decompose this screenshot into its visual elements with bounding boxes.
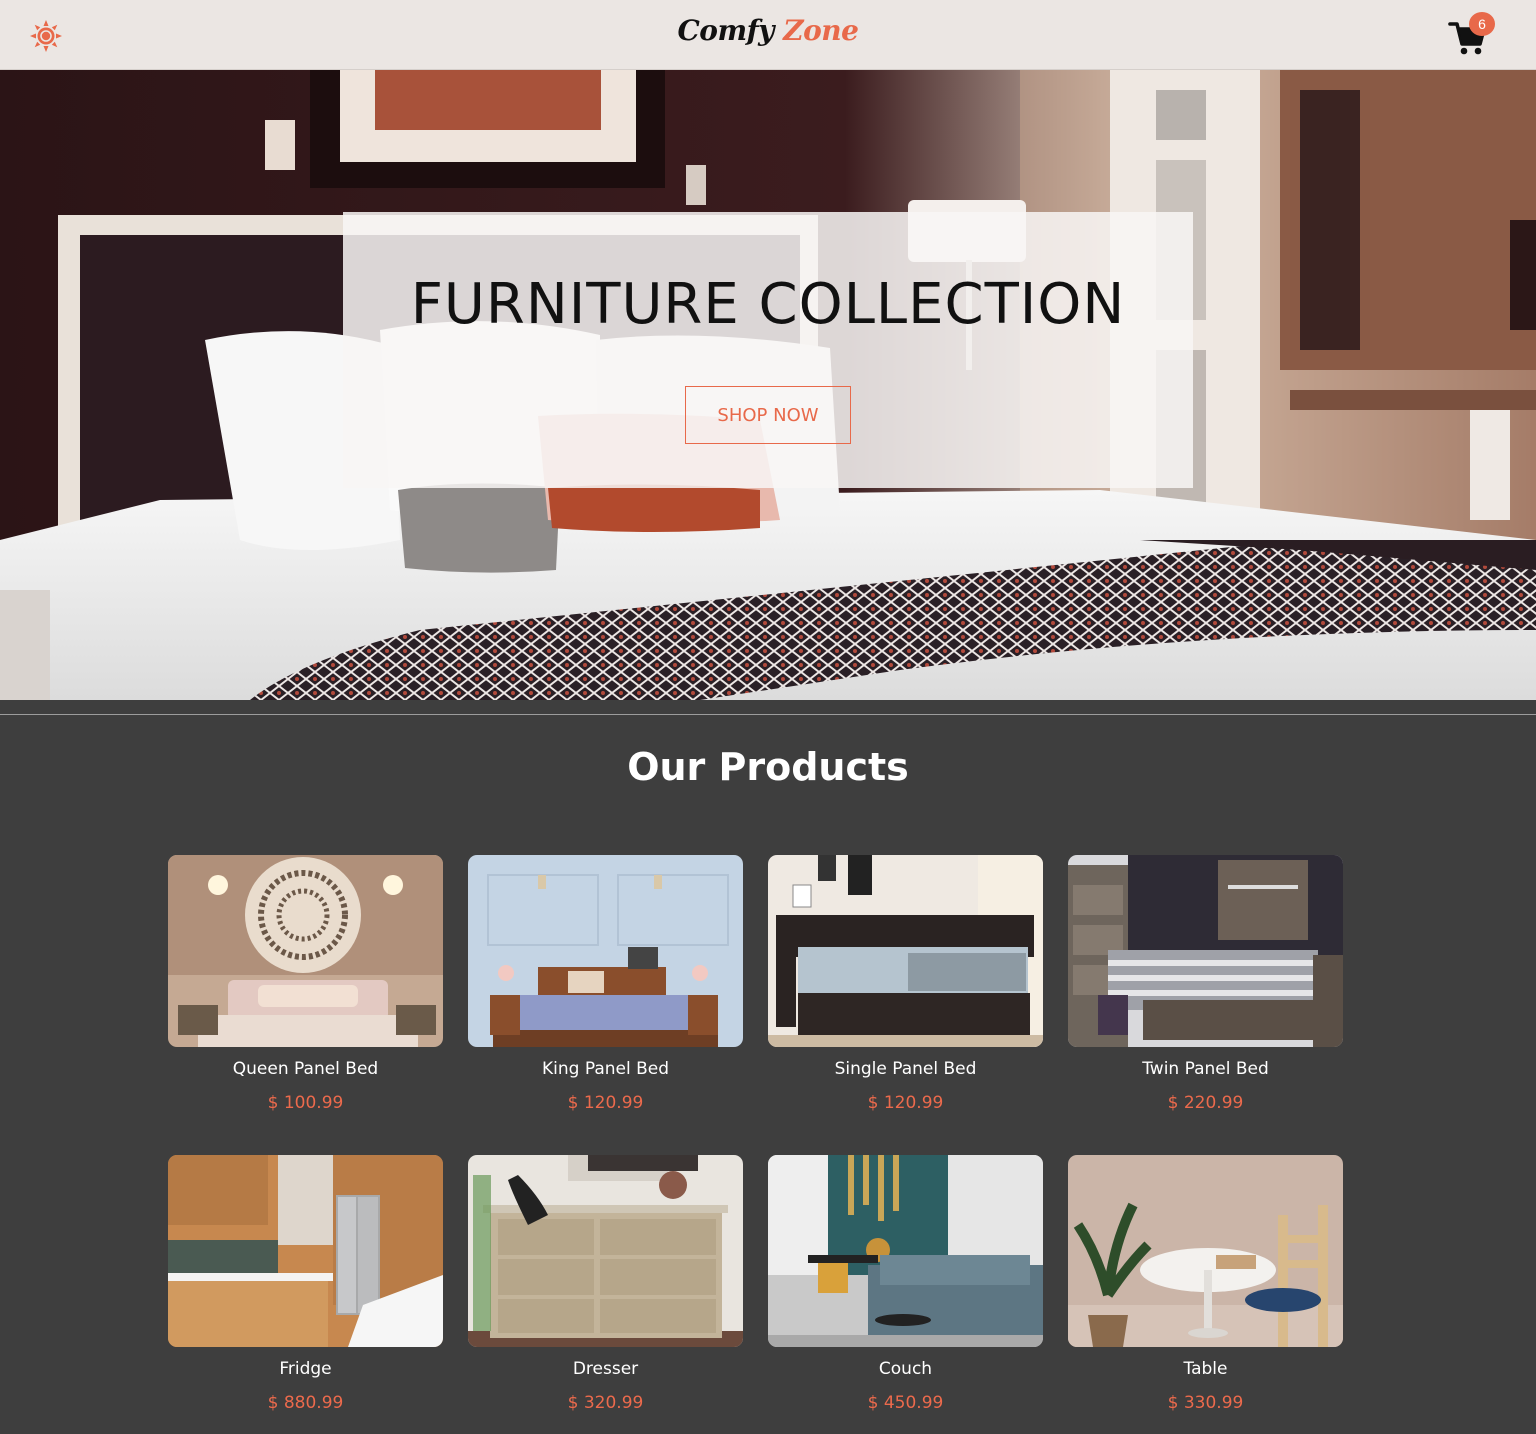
logo-word-2: Zone bbox=[783, 14, 859, 47]
product-image-table bbox=[1068, 1155, 1343, 1347]
hero-banner: FURNITURE COLLECTION SHOP NOW bbox=[343, 212, 1193, 488]
product-image-fridge bbox=[168, 1155, 443, 1347]
product-name: Single Panel Bed bbox=[834, 1059, 977, 1079]
product-card[interactable]: Dresser $ 320.99 bbox=[468, 1155, 743, 1413]
navbar: Comfy Zone 6 bbox=[0, 0, 1536, 70]
product-image-couch bbox=[768, 1155, 1043, 1347]
product-name: King Panel Bed bbox=[541, 1059, 670, 1079]
product-image-queen-panel-bed bbox=[168, 855, 443, 1047]
product-image-single-panel-bed bbox=[768, 855, 1043, 1047]
hero-section: FURNITURE COLLECTION SHOP NOW bbox=[0, 70, 1536, 700]
product-name: Dresser bbox=[572, 1359, 639, 1379]
site-logo[interactable]: Comfy Zone bbox=[0, 14, 1536, 47]
product-price: $ 220.99 bbox=[1167, 1093, 1244, 1113]
product-price: $ 120.99 bbox=[867, 1093, 944, 1113]
products-section-title: Our Products bbox=[627, 745, 909, 789]
hero-title: FURNITURE COLLECTION bbox=[410, 272, 1126, 337]
product-price: $ 880.99 bbox=[267, 1393, 344, 1413]
product-image-dresser bbox=[468, 1155, 743, 1347]
logo-word-1: Comfy bbox=[677, 14, 775, 47]
product-name: Couch bbox=[878, 1359, 933, 1379]
cart-button[interactable]: 6 bbox=[1448, 12, 1498, 58]
cart-count-badge: 6 bbox=[1469, 12, 1495, 36]
product-price: $ 320.99 bbox=[567, 1393, 644, 1413]
shop-now-button[interactable]: SHOP NOW bbox=[685, 386, 851, 444]
product-card[interactable]: Twin Panel Bed $ 220.99 bbox=[1068, 855, 1343, 1113]
product-price: $ 120.99 bbox=[567, 1093, 644, 1113]
product-card[interactable]: King Panel Bed $ 120.99 bbox=[468, 855, 743, 1113]
product-name: Twin Panel Bed bbox=[1142, 1059, 1269, 1079]
product-card[interactable]: Couch $ 450.99 bbox=[768, 1155, 1043, 1413]
product-card[interactable]: Table $ 330.99 bbox=[1068, 1155, 1343, 1413]
product-price: $ 450.99 bbox=[867, 1393, 944, 1413]
product-card[interactable]: Single Panel Bed $ 120.99 bbox=[768, 855, 1043, 1113]
product-card[interactable]: Fridge $ 880.99 bbox=[168, 1155, 443, 1413]
product-card[interactable]: Queen Panel Bed $ 100.99 bbox=[168, 855, 443, 1113]
section-divider bbox=[0, 714, 1536, 715]
product-image-king-panel-bed bbox=[468, 855, 743, 1047]
product-name: Queen Panel Bed bbox=[232, 1059, 379, 1079]
product-price: $ 330.99 bbox=[1167, 1393, 1244, 1413]
product-price: $ 100.99 bbox=[267, 1093, 344, 1113]
product-name: Fridge bbox=[279, 1359, 332, 1379]
product-name: Table bbox=[1183, 1359, 1228, 1379]
product-image-twin-panel-bed bbox=[1068, 855, 1343, 1047]
